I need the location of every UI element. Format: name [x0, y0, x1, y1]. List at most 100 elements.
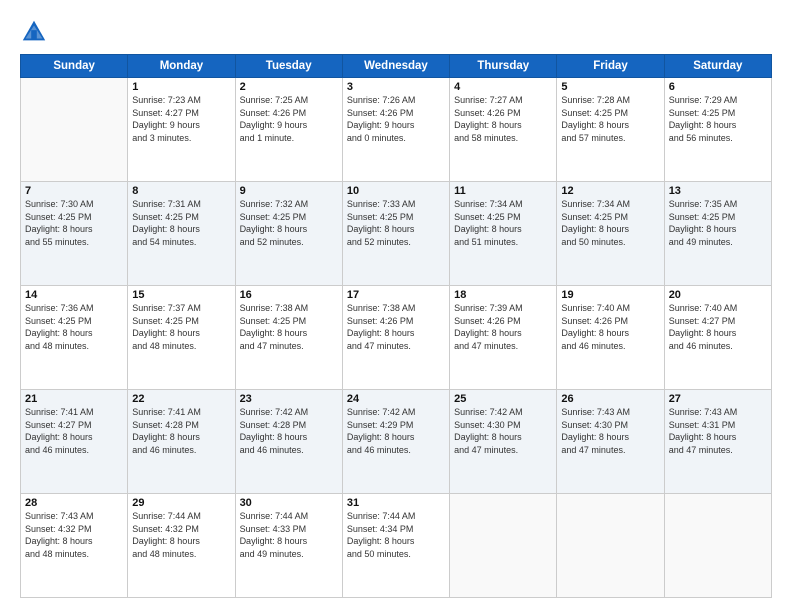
day-number: 16	[240, 289, 338, 301]
day-info: Sunrise: 7:30 AM Sunset: 4:25 PM Dayligh…	[25, 198, 123, 248]
day-of-week-header: Friday	[557, 55, 664, 78]
day-of-week-header: Tuesday	[235, 55, 342, 78]
calendar-cell: 26Sunrise: 7:43 AM Sunset: 4:30 PM Dayli…	[557, 390, 664, 494]
day-info: Sunrise: 7:43 AM Sunset: 4:31 PM Dayligh…	[669, 406, 767, 456]
day-info: Sunrise: 7:27 AM Sunset: 4:26 PM Dayligh…	[454, 94, 552, 144]
day-info: Sunrise: 7:42 AM Sunset: 4:30 PM Dayligh…	[454, 406, 552, 456]
day-info: Sunrise: 7:38 AM Sunset: 4:26 PM Dayligh…	[347, 302, 445, 352]
logo	[20, 18, 52, 46]
calendar-cell: 14Sunrise: 7:36 AM Sunset: 4:25 PM Dayli…	[21, 286, 128, 390]
calendar-cell: 3Sunrise: 7:26 AM Sunset: 4:26 PM Daylig…	[342, 78, 449, 182]
calendar-week-row: 7Sunrise: 7:30 AM Sunset: 4:25 PM Daylig…	[21, 182, 772, 286]
calendar-cell: 9Sunrise: 7:32 AM Sunset: 4:25 PM Daylig…	[235, 182, 342, 286]
calendar-week-row: 14Sunrise: 7:36 AM Sunset: 4:25 PM Dayli…	[21, 286, 772, 390]
calendar-cell: 21Sunrise: 7:41 AM Sunset: 4:27 PM Dayli…	[21, 390, 128, 494]
day-number: 11	[454, 185, 552, 197]
calendar-cell: 4Sunrise: 7:27 AM Sunset: 4:26 PM Daylig…	[450, 78, 557, 182]
header	[20, 18, 772, 46]
calendar-cell: 15Sunrise: 7:37 AM Sunset: 4:25 PM Dayli…	[128, 286, 235, 390]
day-number: 20	[669, 289, 767, 301]
day-number: 26	[561, 393, 659, 405]
day-info: Sunrise: 7:32 AM Sunset: 4:25 PM Dayligh…	[240, 198, 338, 248]
calendar-header-row: SundayMondayTuesdayWednesdayThursdayFrid…	[21, 55, 772, 78]
day-number: 25	[454, 393, 552, 405]
day-number: 1	[132, 81, 230, 93]
day-number: 5	[561, 81, 659, 93]
day-number: 30	[240, 497, 338, 509]
day-number: 13	[669, 185, 767, 197]
calendar-cell: 27Sunrise: 7:43 AM Sunset: 4:31 PM Dayli…	[664, 390, 771, 494]
calendar-cell	[21, 78, 128, 182]
day-number: 7	[25, 185, 123, 197]
day-number: 23	[240, 393, 338, 405]
calendar-week-row: 21Sunrise: 7:41 AM Sunset: 4:27 PM Dayli…	[21, 390, 772, 494]
day-of-week-header: Monday	[128, 55, 235, 78]
day-number: 22	[132, 393, 230, 405]
calendar-week-row: 1Sunrise: 7:23 AM Sunset: 4:27 PM Daylig…	[21, 78, 772, 182]
day-info: Sunrise: 7:34 AM Sunset: 4:25 PM Dayligh…	[454, 198, 552, 248]
day-number: 31	[347, 497, 445, 509]
day-info: Sunrise: 7:43 AM Sunset: 4:30 PM Dayligh…	[561, 406, 659, 456]
day-info: Sunrise: 7:44 AM Sunset: 4:32 PM Dayligh…	[132, 510, 230, 560]
day-info: Sunrise: 7:44 AM Sunset: 4:34 PM Dayligh…	[347, 510, 445, 560]
day-number: 3	[347, 81, 445, 93]
day-number: 6	[669, 81, 767, 93]
day-number: 27	[669, 393, 767, 405]
calendar-cell	[557, 494, 664, 598]
day-info: Sunrise: 7:35 AM Sunset: 4:25 PM Dayligh…	[669, 198, 767, 248]
day-info: Sunrise: 7:40 AM Sunset: 4:27 PM Dayligh…	[669, 302, 767, 352]
day-number: 17	[347, 289, 445, 301]
day-number: 28	[25, 497, 123, 509]
day-number: 4	[454, 81, 552, 93]
day-number: 21	[25, 393, 123, 405]
calendar-cell: 28Sunrise: 7:43 AM Sunset: 4:32 PM Dayli…	[21, 494, 128, 598]
day-info: Sunrise: 7:23 AM Sunset: 4:27 PM Dayligh…	[132, 94, 230, 144]
calendar-week-row: 28Sunrise: 7:43 AM Sunset: 4:32 PM Dayli…	[21, 494, 772, 598]
calendar-cell: 19Sunrise: 7:40 AM Sunset: 4:26 PM Dayli…	[557, 286, 664, 390]
day-info: Sunrise: 7:43 AM Sunset: 4:32 PM Dayligh…	[25, 510, 123, 560]
day-info: Sunrise: 7:41 AM Sunset: 4:28 PM Dayligh…	[132, 406, 230, 456]
calendar-cell: 8Sunrise: 7:31 AM Sunset: 4:25 PM Daylig…	[128, 182, 235, 286]
day-info: Sunrise: 7:28 AM Sunset: 4:25 PM Dayligh…	[561, 94, 659, 144]
day-info: Sunrise: 7:37 AM Sunset: 4:25 PM Dayligh…	[132, 302, 230, 352]
calendar-cell: 7Sunrise: 7:30 AM Sunset: 4:25 PM Daylig…	[21, 182, 128, 286]
day-number: 10	[347, 185, 445, 197]
calendar-cell: 29Sunrise: 7:44 AM Sunset: 4:32 PM Dayli…	[128, 494, 235, 598]
day-of-week-header: Wednesday	[342, 55, 449, 78]
calendar-cell: 25Sunrise: 7:42 AM Sunset: 4:30 PM Dayli…	[450, 390, 557, 494]
calendar-cell: 22Sunrise: 7:41 AM Sunset: 4:28 PM Dayli…	[128, 390, 235, 494]
calendar-cell: 20Sunrise: 7:40 AM Sunset: 4:27 PM Dayli…	[664, 286, 771, 390]
day-info: Sunrise: 7:38 AM Sunset: 4:25 PM Dayligh…	[240, 302, 338, 352]
day-number: 8	[132, 185, 230, 197]
day-of-week-header: Thursday	[450, 55, 557, 78]
day-number: 12	[561, 185, 659, 197]
day-info: Sunrise: 7:42 AM Sunset: 4:28 PM Dayligh…	[240, 406, 338, 456]
calendar-cell: 12Sunrise: 7:34 AM Sunset: 4:25 PM Dayli…	[557, 182, 664, 286]
page: SundayMondayTuesdayWednesdayThursdayFrid…	[0, 0, 792, 612]
calendar-cell: 10Sunrise: 7:33 AM Sunset: 4:25 PM Dayli…	[342, 182, 449, 286]
calendar-cell: 23Sunrise: 7:42 AM Sunset: 4:28 PM Dayli…	[235, 390, 342, 494]
calendar-cell: 11Sunrise: 7:34 AM Sunset: 4:25 PM Dayli…	[450, 182, 557, 286]
calendar-cell: 1Sunrise: 7:23 AM Sunset: 4:27 PM Daylig…	[128, 78, 235, 182]
day-number: 29	[132, 497, 230, 509]
calendar-cell: 6Sunrise: 7:29 AM Sunset: 4:25 PM Daylig…	[664, 78, 771, 182]
day-of-week-header: Saturday	[664, 55, 771, 78]
day-info: Sunrise: 7:31 AM Sunset: 4:25 PM Dayligh…	[132, 198, 230, 248]
day-info: Sunrise: 7:44 AM Sunset: 4:33 PM Dayligh…	[240, 510, 338, 560]
day-number: 9	[240, 185, 338, 197]
day-info: Sunrise: 7:26 AM Sunset: 4:26 PM Dayligh…	[347, 94, 445, 144]
calendar-cell: 16Sunrise: 7:38 AM Sunset: 4:25 PM Dayli…	[235, 286, 342, 390]
day-info: Sunrise: 7:40 AM Sunset: 4:26 PM Dayligh…	[561, 302, 659, 352]
day-info: Sunrise: 7:34 AM Sunset: 4:25 PM Dayligh…	[561, 198, 659, 248]
day-number: 15	[132, 289, 230, 301]
day-number: 24	[347, 393, 445, 405]
day-info: Sunrise: 7:41 AM Sunset: 4:27 PM Dayligh…	[25, 406, 123, 456]
calendar-table: SundayMondayTuesdayWednesdayThursdayFrid…	[20, 54, 772, 598]
day-info: Sunrise: 7:39 AM Sunset: 4:26 PM Dayligh…	[454, 302, 552, 352]
calendar-cell: 30Sunrise: 7:44 AM Sunset: 4:33 PM Dayli…	[235, 494, 342, 598]
day-of-week-header: Sunday	[21, 55, 128, 78]
calendar-cell	[664, 494, 771, 598]
calendar-cell	[450, 494, 557, 598]
day-number: 19	[561, 289, 659, 301]
day-number: 2	[240, 81, 338, 93]
